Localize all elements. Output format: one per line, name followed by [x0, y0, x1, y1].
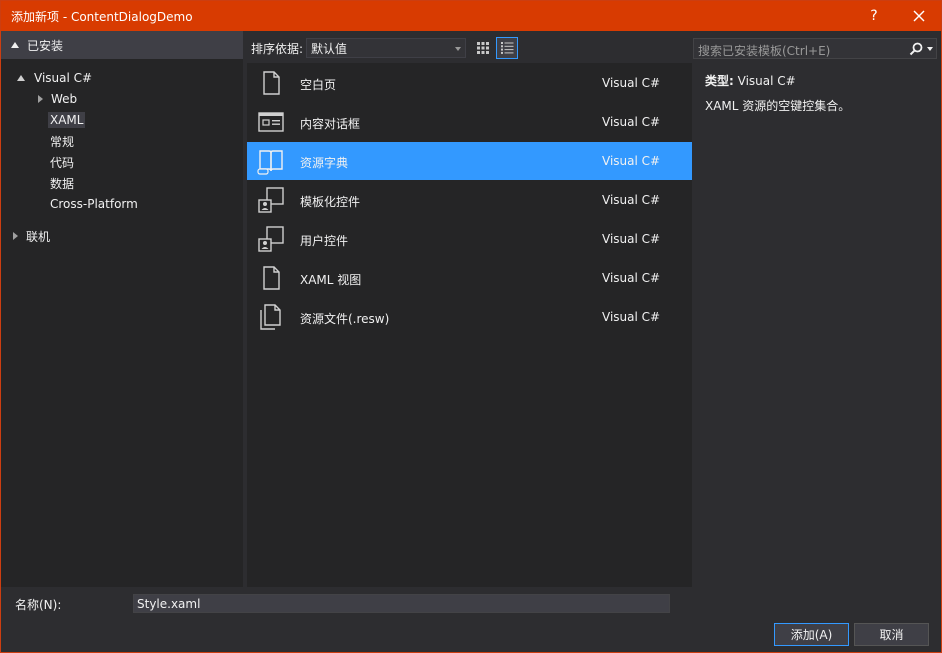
collapsed-arrow-icon — [13, 232, 18, 240]
template-language: Visual C# — [602, 271, 661, 285]
template-language: Visual C# — [602, 232, 661, 246]
template-description: XAML 资源的空键控集合。 — [705, 99, 851, 113]
add-button[interactable]: 添加(A) — [774, 623, 849, 646]
template-name: 模板化控件 — [300, 195, 361, 209]
expanded-arrow-icon — [17, 75, 25, 81]
template-item-content-dialog[interactable]: 内容对话框 Visual C# — [247, 103, 692, 141]
installed-header[interactable]: 已安装 — [1, 31, 243, 59]
cancel-button[interactable]: 取消 — [854, 623, 929, 646]
templated-control-icon — [258, 187, 284, 213]
grid-view-icon — [477, 42, 489, 54]
collapse-arrow-icon — [11, 42, 19, 48]
installed-header-label: 已安装 — [27, 38, 64, 53]
template-name: 资源文件(.resw) — [300, 312, 390, 326]
window-title: 添加新项 - ContentDialogDemo — [11, 10, 193, 24]
close-icon — [913, 10, 925, 22]
template-language: Visual C# — [602, 193, 661, 207]
tree-item-label: Web — [51, 92, 78, 106]
chevron-down-icon — [455, 47, 461, 51]
template-name: 用户控件 — [300, 234, 349, 248]
sort-dropdown[interactable]: 默认值 — [306, 38, 466, 58]
tree-item-online[interactable]: 联机 — [13, 226, 50, 246]
name-label: 名称(N): — [15, 598, 62, 612]
search-input[interactable]: 搜索已安装模板(Ctrl+E) — [693, 38, 937, 59]
tree-item-label: XAML — [48, 112, 86, 128]
content-dialog-icon — [258, 112, 284, 132]
tree-item-label: 常规 — [50, 134, 75, 149]
category-panel: 已安装 Visual C# Web XAML 常规 代码 数据 Cross-Pl… — [1, 31, 243, 587]
name-field[interactable] — [133, 594, 670, 613]
template-language: Visual C# — [602, 76, 661, 90]
template-item-blank-page[interactable]: 空白页 Visual C# — [247, 64, 692, 102]
close-button[interactable] — [897, 1, 941, 31]
template-item-templated-control[interactable]: 模板化控件 Visual C# — [247, 181, 692, 219]
tree-item-visual-csharp[interactable]: Visual C# — [17, 68, 92, 88]
grid-view-button[interactable] — [472, 37, 494, 59]
template-name: 资源字典 — [300, 156, 349, 170]
template-name: 空白页 — [300, 78, 337, 92]
template-item-user-control[interactable]: 用户控件 Visual C# — [247, 220, 692, 258]
tree-item-label: 联机 — [26, 229, 51, 244]
resource-file-icon — [260, 304, 281, 330]
add-new-item-dialog: 添加新项 - ContentDialogDemo ? 已安装 Visual C#… — [0, 0, 942, 653]
search-placeholder: 搜索已安装模板(Ctrl+E) — [698, 44, 831, 58]
template-type: 类型: Visual C# — [705, 72, 796, 89]
type-label: 类型: — [705, 74, 734, 88]
xaml-view-icon — [263, 266, 280, 290]
type-value: Visual C# — [737, 74, 796, 88]
search-icon[interactable] — [908, 41, 924, 57]
collapsed-arrow-icon — [38, 95, 43, 103]
search-options-dropdown-icon[interactable] — [927, 47, 933, 51]
sort-label: 排序依据: — [251, 42, 304, 56]
template-language: Visual C# — [602, 154, 661, 168]
tree-item-cross-platform[interactable]: Cross-Platform — [50, 194, 138, 214]
user-control-icon — [258, 226, 284, 252]
help-button[interactable]: ? — [852, 1, 896, 31]
template-item-resource-dictionary[interactable]: 资源字典 Visual C# — [247, 142, 692, 180]
resource-dictionary-icon — [257, 150, 283, 175]
title-bar: 添加新项 - ContentDialogDemo ? — [1, 1, 941, 31]
tree-item-label: Visual C# — [34, 71, 93, 85]
list-view-icon — [500, 42, 513, 54]
tree-item-general[interactable]: 常规 — [50, 131, 74, 151]
template-name: XAML 视图 — [300, 273, 362, 287]
template-name: 内容对话框 — [300, 117, 361, 131]
template-language: Visual C# — [602, 310, 661, 324]
tree-item-xaml[interactable]: XAML — [48, 110, 86, 130]
template-item-resource-file[interactable]: 资源文件(.resw) Visual C# — [247, 298, 692, 336]
blank-page-icon — [263, 71, 280, 95]
tree-item-label: Cross-Platform — [50, 197, 138, 211]
template-language: Visual C# — [602, 115, 661, 129]
tree-item-data[interactable]: 数据 — [50, 173, 74, 193]
template-list: 空白页 Visual C# 内容对话框 Visual C# 资源字典 Visua… — [247, 63, 692, 587]
tree-item-code[interactable]: 代码 — [50, 152, 74, 172]
sort-value: 默认值 — [311, 41, 348, 56]
tree-item-web[interactable]: Web — [38, 89, 77, 109]
tree-item-label: 代码 — [50, 155, 75, 170]
template-item-xaml-view[interactable]: XAML 视图 Visual C# — [247, 259, 692, 297]
list-view-button[interactable] — [496, 37, 518, 59]
template-toolbar: 排序依据: 默认值 — [247, 35, 692, 61]
tree-item-label: 数据 — [50, 176, 75, 191]
